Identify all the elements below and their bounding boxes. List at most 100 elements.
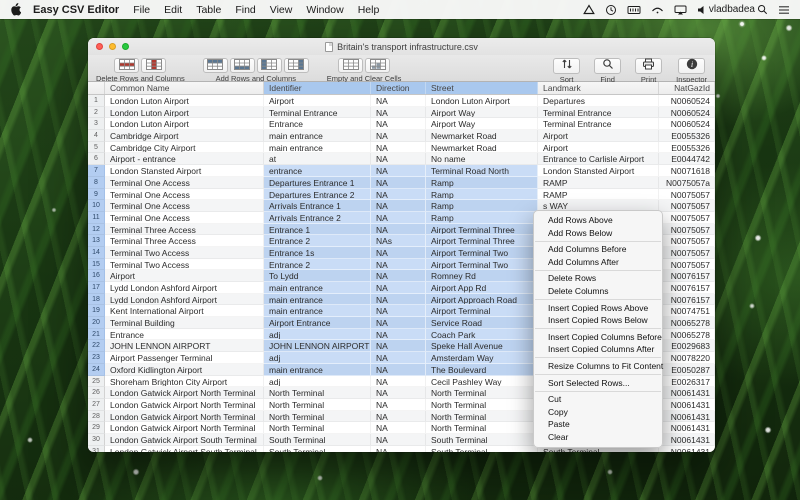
cell[interactable]: NA xyxy=(371,282,426,294)
row-number[interactable]: 14 xyxy=(88,246,105,259)
cell[interactable]: N0075057a xyxy=(659,176,715,189)
cell[interactable]: Terminal Entrance xyxy=(538,106,659,119)
cell[interactable]: main entrance xyxy=(264,305,371,318)
cell[interactable]: North Terminal xyxy=(426,387,538,399)
cell[interactable]: N0075057 xyxy=(659,235,715,247)
cell[interactable]: N0076157 xyxy=(659,282,715,294)
menubar-item-help[interactable]: Help xyxy=(358,4,380,16)
cell[interactable]: N0076157 xyxy=(659,293,715,306)
menubar-item-table[interactable]: Table xyxy=(196,4,221,16)
row-number[interactable]: 30 xyxy=(88,433,105,446)
row-number[interactable]: 18 xyxy=(88,293,105,306)
cell[interactable]: E0044742 xyxy=(659,153,715,166)
cell[interactable]: Terminal Three Access xyxy=(105,235,264,247)
column-header-natgazid[interactable]: NatGazId xyxy=(659,82,715,94)
cell[interactable]: South Terminal xyxy=(264,433,371,446)
cell[interactable]: North Terminal xyxy=(426,410,538,423)
header-corner-cell[interactable] xyxy=(88,82,105,94)
menu-item-insert-copied-rows-above[interactable]: Insert Copied Rows Above xyxy=(534,302,662,315)
cell[interactable]: N0075057 xyxy=(659,246,715,259)
menu-item-insert-copied-columns-after[interactable]: Insert Copied Columns After xyxy=(534,343,662,356)
menu-item-delete-columns[interactable]: Delete Columns xyxy=(534,285,662,298)
row-number[interactable]: 2 xyxy=(88,106,105,119)
drive-icon[interactable] xyxy=(582,4,595,15)
row-number[interactable]: 23 xyxy=(88,352,105,364)
cell[interactable]: Airport Terminal xyxy=(426,305,538,318)
delete-column-button[interactable] xyxy=(141,58,167,73)
cell[interactable]: adj xyxy=(264,375,371,388)
notification-center-icon[interactable] xyxy=(778,5,790,15)
cell[interactable]: Terminal One Access xyxy=(105,200,264,212)
row-number[interactable]: 9 xyxy=(88,188,105,201)
cell[interactable]: Airport - entrance xyxy=(105,153,264,166)
cell[interactable]: N0061431 xyxy=(659,433,715,446)
cell[interactable]: N0075057 xyxy=(659,188,715,201)
cell[interactable]: NA xyxy=(371,118,426,131)
cell[interactable]: N0061431 xyxy=(659,422,715,434)
row-number[interactable]: 3 xyxy=(88,118,105,131)
cell[interactable]: N0061431 xyxy=(659,387,715,399)
cell[interactable]: London Stansted Airport xyxy=(105,165,264,177)
row-number[interactable]: 8 xyxy=(88,176,105,189)
cell[interactable]: NA xyxy=(371,246,426,259)
row-number[interactable]: 21 xyxy=(88,328,105,341)
cell[interactable]: Terminal One Access xyxy=(105,188,264,201)
cell[interactable]: NA xyxy=(371,176,426,189)
cell[interactable]: N0061431 xyxy=(659,445,715,452)
row-number[interactable]: 10 xyxy=(88,200,105,212)
cell[interactable]: Cecil Pashley Way xyxy=(426,375,538,388)
cell[interactable]: Lydd London Ashford Airport xyxy=(105,282,264,294)
cell[interactable]: E0050287 xyxy=(659,363,715,376)
cell[interactable]: NA xyxy=(371,340,426,353)
window-titlebar[interactable]: Britain's transport infrastructure.csv xyxy=(88,38,715,55)
clear-cells-button[interactable] xyxy=(365,58,391,73)
cell[interactable]: NA xyxy=(371,328,426,341)
cell[interactable]: To Lydd xyxy=(264,270,371,282)
row-number[interactable]: 5 xyxy=(88,141,105,154)
cell[interactable]: E0029683 xyxy=(659,340,715,353)
cell[interactable]: N0061431 xyxy=(659,410,715,423)
cell[interactable]: main entrance xyxy=(264,363,371,376)
cell[interactable]: NA xyxy=(371,410,426,423)
cell[interactable]: London Luton Airport xyxy=(105,95,264,107)
cell[interactable]: N0065278 xyxy=(659,317,715,329)
cell[interactable]: London Gatwick Airport North Terminal xyxy=(105,410,264,423)
minimize-button[interactable] xyxy=(109,43,116,50)
cell[interactable]: N0075057 xyxy=(659,258,715,271)
cell[interactable]: N0075057 xyxy=(659,223,715,236)
zoom-button[interactable] xyxy=(122,43,129,50)
cell[interactable]: main entrance xyxy=(264,130,371,142)
row-number[interactable]: 29 xyxy=(88,422,105,434)
cell[interactable]: Terminal Three Access xyxy=(105,223,264,236)
cell[interactable]: N0078220 xyxy=(659,352,715,364)
menu-item-insert-copied-columns-before[interactable]: Insert Copied Columns Before xyxy=(534,331,662,344)
column-header-identifier[interactable]: Identifier xyxy=(264,82,371,94)
cell[interactable]: Airport xyxy=(538,141,659,154)
menu-item-clear[interactable]: Clear xyxy=(534,431,662,444)
cell[interactable]: NA xyxy=(371,375,426,388)
row-number[interactable]: 1 xyxy=(88,95,105,107)
cell[interactable]: Cambridge City Airport xyxy=(105,141,264,154)
cell[interactable]: London Stansted Airport xyxy=(538,165,659,177)
cell[interactable]: London Gatwick Airport South Terminal xyxy=(105,445,264,452)
cell[interactable]: JOHN LENNON AIRPORT xyxy=(264,340,371,353)
cell[interactable]: E0055326 xyxy=(659,130,715,142)
cell[interactable]: Airport Way xyxy=(426,118,538,131)
cell[interactable]: London Gatwick Airport North Terminal xyxy=(105,387,264,399)
cell[interactable]: E0055326 xyxy=(659,141,715,154)
cell[interactable]: Entrance to Carlisle Airport xyxy=(538,153,659,166)
cell[interactable]: NA xyxy=(371,317,426,329)
cell[interactable]: North Terminal xyxy=(264,398,371,411)
cell[interactable]: Cambridge Airport xyxy=(105,130,264,142)
row-number[interactable]: 20 xyxy=(88,317,105,329)
cell[interactable]: Arrivals Entrance 1 xyxy=(264,200,371,212)
cell[interactable]: Entrance 1s xyxy=(264,246,371,259)
cell[interactable]: Service Road xyxy=(426,317,538,329)
cell[interactable]: adj xyxy=(264,352,371,364)
app-menu-title[interactable]: Easy CSV Editor xyxy=(33,4,119,16)
cell[interactable]: Ramp xyxy=(426,176,538,189)
add-column-before-button[interactable] xyxy=(256,58,282,73)
cell[interactable]: Airport App Rd xyxy=(426,282,538,294)
menu-item-sort-selected-rows[interactable]: Sort Selected Rows... xyxy=(534,377,662,390)
cell[interactable]: NA xyxy=(371,130,426,142)
